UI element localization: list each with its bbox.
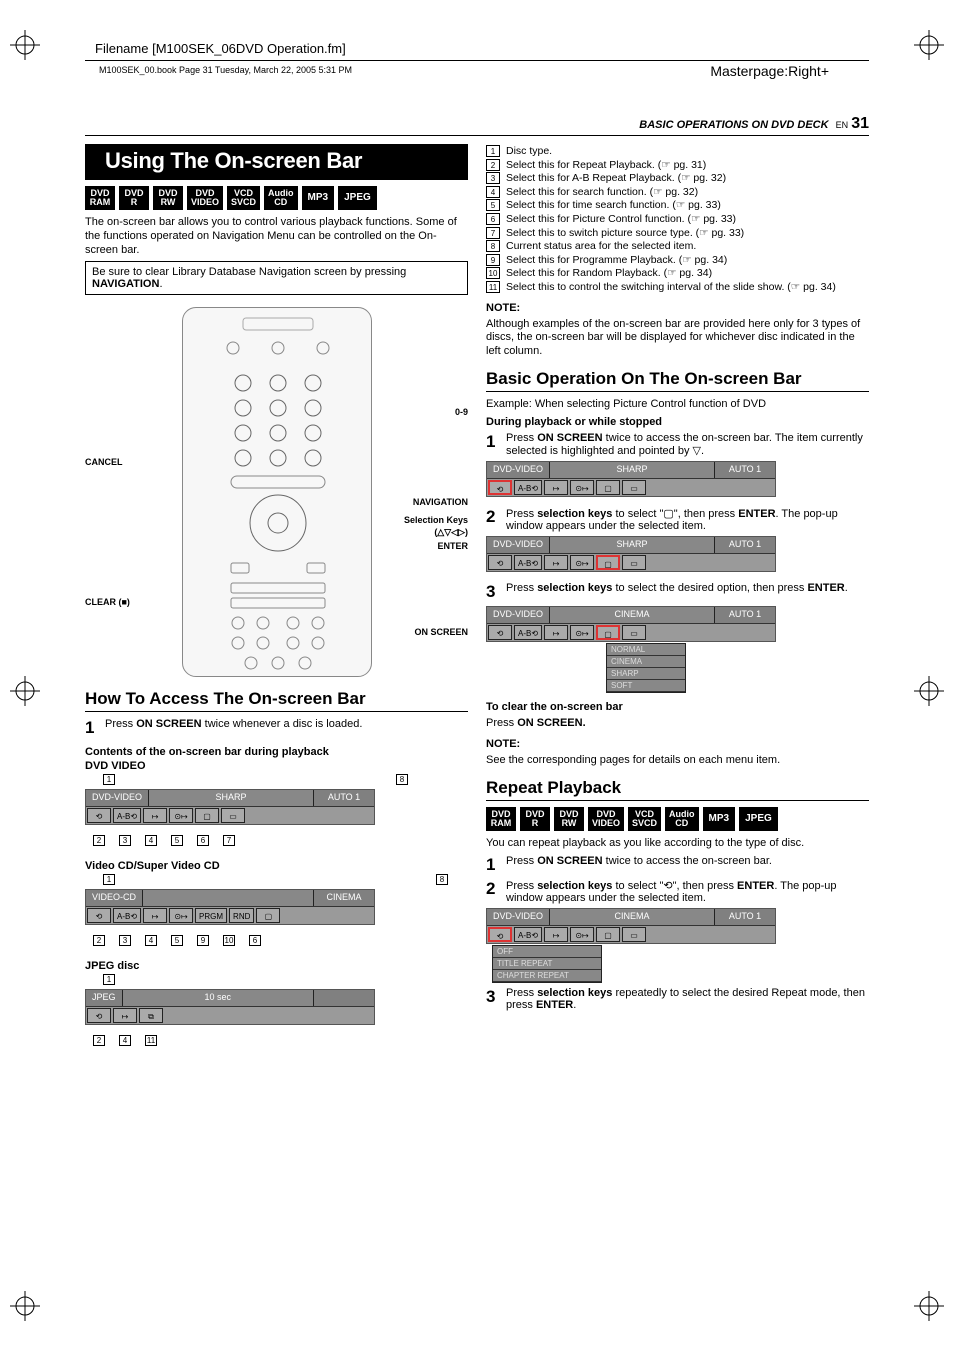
step: 1 Press ON SCREEN twice whenever a disc … [85,718,468,738]
label-onscreen: ON SCREEN [414,627,468,637]
note-label: NOTE: [486,302,869,314]
crop-mark-icon [10,676,40,706]
running-title: BASIC OPERATIONS ON DVD DECK [639,119,828,131]
crop-mark-icon [10,30,40,60]
page: Filename [M100SEK_06DVD Operation.fm] M1… [85,35,869,1291]
osd-bar-jpeg: JPEG10 sec ⟲↦⧉ [85,989,375,1025]
section-title: Using The On-screen Bar [85,144,468,180]
basic-example: Example: When selecting Picture Control … [486,398,869,412]
label-clear: CLEAR (■) [85,597,130,607]
note2-text: See the corresponding pages for details … [486,754,869,768]
divider [85,60,869,61]
osd-repeat: DVD-VIDEOCINEMAAUTO 1 ⟲A-B⟲↦⊙↦▢▭ [486,908,776,944]
note-box: Be sure to clear Library Database Naviga… [85,261,468,295]
callout-list: 1Disc type. 2Select this for Repeat Play… [486,145,869,294]
label-enter: ENTER [437,541,468,551]
jpeg-label: JPEG disc [85,960,468,972]
right-column: 1Disc type. 2Select this for Repeat Play… [486,144,869,1046]
basic-op-title: Basic Operation On The On-screen Bar [486,369,869,392]
crop-mark-icon [914,676,944,706]
masterpage-label: Masterpage:Right+ [710,63,829,79]
crop-mark-icon [914,30,944,60]
clear-title: To clear the on-screen bar [486,701,869,713]
label-selection-arrows: (△▽◁▷) [434,527,468,538]
label-numbers: 0-9 [455,407,468,417]
filename-header: Filename [M100SEK_06DVD Operation.fm] [85,35,869,58]
badge: VCDSVCD [227,186,260,210]
label-cancel: CANCEL [85,457,123,467]
osd-step1: DVD-VIDEOSHARPAUTO 1 ⟲A-B⟲↦⊙↦▢▭ [486,461,776,497]
badge: DVDR [119,186,149,210]
osd-bar-dvd: DVD-VIDEOSHARPAUTO 1 ⟲A-B⟲↦⊙↦▢▭ [85,789,375,825]
howto-title: How To Access The On-screen Bar [85,689,468,712]
badge: DVDVIDEO [187,186,223,210]
vcd-label: Video CD/Super Video CD [85,860,468,872]
crop-mark-icon [914,1291,944,1321]
badge: JPEG [338,186,377,210]
badge: MP3 [302,186,335,210]
repeat-title: Repeat Playback [486,778,869,801]
left-column: Using The On-screen Bar DVDRAM DVDR DVDR… [85,144,468,1046]
osd-dropdown: NORMAL CINEMA SHARP SOFT [606,643,686,693]
repeat-intro: You can repeat playback as you like acco… [486,837,869,851]
running-head: BASIC OPERATIONS ON DVD DECK EN 31 [85,115,869,136]
label-navigation: NAVIGATION [413,497,468,507]
osd-step3: DVD-VIDEOCINEMAAUTO 1 ⟲A-B⟲↦⊙↦▢▭ [486,606,776,642]
label-selection-keys: Selection Keys [404,515,468,525]
remote-diagram: 0-9 CANCEL NAVIGATION Selection Keys (△▽… [85,307,468,677]
intro-text: The on-screen bar allows you to control … [85,216,468,257]
dvd-video-label: DVD VIDEO [85,760,468,772]
crop-mark-icon [10,1291,40,1321]
osd-step2: DVD-VIDEOSHARPAUTO 1 ⟲A-B⟲↦⊙↦▢▭ [486,536,776,572]
during-label: During playback or while stopped [486,416,869,428]
page-number: 31 [851,115,869,132]
badge: DVDRAM [85,186,115,210]
badge: AudioCD [264,186,298,210]
osd-bar-vcd: VIDEO-CDCINEMA ⟲A-B⟲↦⊙↦PRGMRND▢ [85,889,375,925]
note2-label: NOTE: [486,738,869,750]
remote-image [182,307,372,677]
osd-repeat-dropdown: OFF TITLE REPEAT CHAPTER REPEAT [492,945,602,983]
note-text: Although examples of the on-screen bar a… [486,318,869,359]
repeat-badges: DVDRAM DVDR DVDRW DVDVIDEO VCDSVCD Audio… [486,807,869,831]
format-badges: DVDRAM DVDR DVDRW DVDVIDEO VCDSVCD Audio… [85,186,468,210]
contents-title: Contents of the on-screen bar during pla… [85,746,468,758]
badge: DVDRW [153,186,183,210]
running-lang: EN [836,120,849,130]
